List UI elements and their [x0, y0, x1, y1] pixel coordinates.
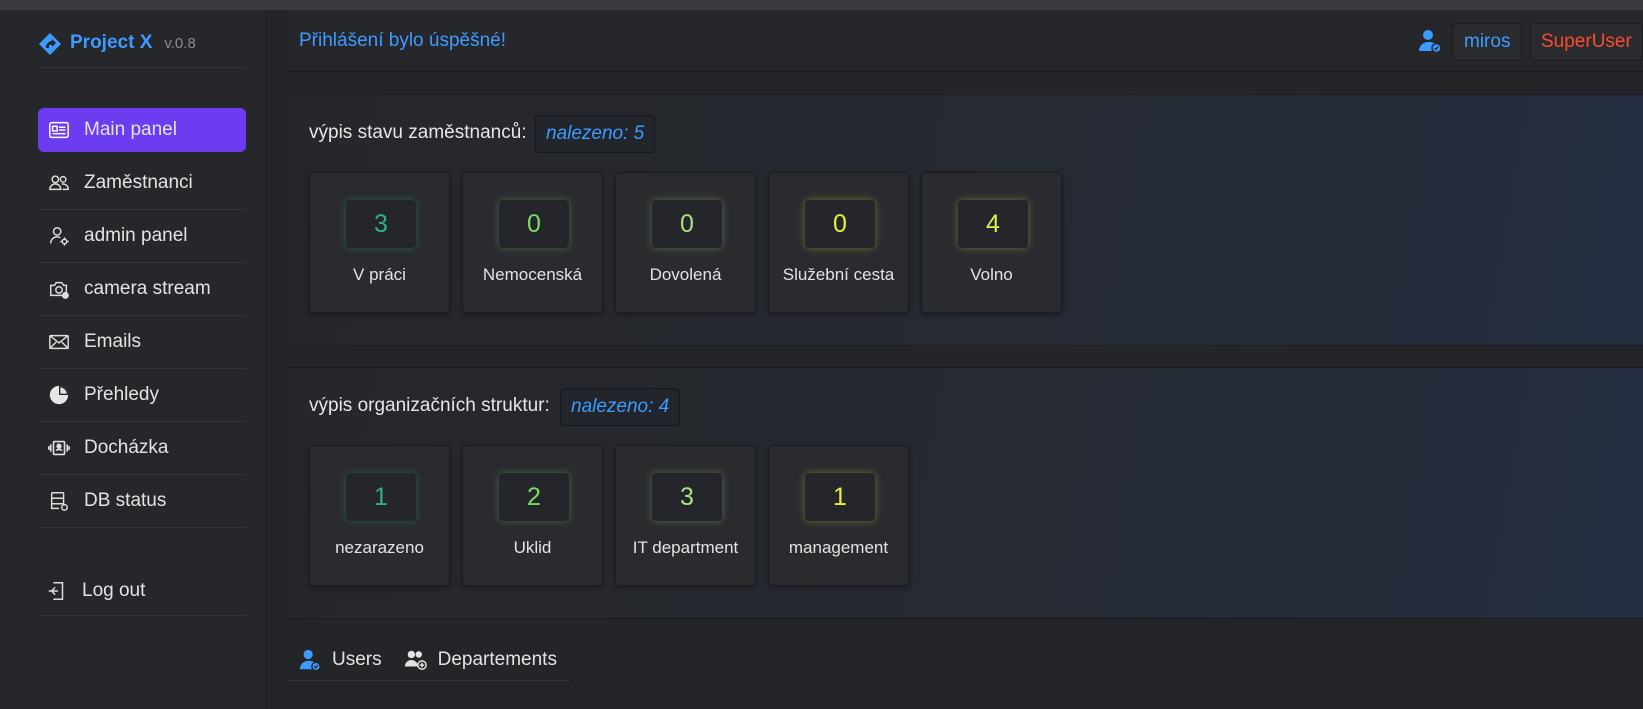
sidebar-item-label: Docházka [84, 437, 169, 458]
status-count: 4 [958, 200, 1028, 248]
status-card[interactable]: 4 Volno [921, 172, 1062, 313]
department-count: 1 [805, 473, 875, 521]
sidebar-item-label: camera stream [84, 278, 211, 299]
brand[interactable]: Project X v.0.8 [38, 20, 246, 68]
user-button[interactable]: miros [1452, 23, 1523, 61]
sidebar-item-main-panel[interactable]: Main panel [38, 108, 246, 152]
department-count: 1 [346, 473, 416, 521]
department-label: Uklid [513, 538, 552, 557]
department-card[interactable]: 1 management [768, 445, 909, 586]
found-count-badge: nalezeno: 4 [560, 388, 681, 426]
status-card[interactable]: 3 V práci [309, 172, 450, 313]
status-label: V práci [353, 265, 406, 284]
department-label: management [788, 538, 889, 557]
department-cards: 1 nezarazeno 2 Uklid 3 IT department 1 m… [309, 445, 909, 586]
user-check-icon [1419, 30, 1442, 54]
sidebar-item-label: DB status [84, 490, 167, 511]
status-label: Služební cesta [782, 265, 895, 284]
status-count: 0 [652, 200, 722, 248]
attendance-icon [48, 440, 70, 456]
department-label: nezarazeno [335, 538, 424, 557]
sidebar-item-camera-stream[interactable]: camera stream [38, 263, 246, 316]
top-header: Přihlášení bylo úspěšné! miros SuperUser [288, 10, 1643, 72]
department-card[interactable]: 1 nezarazeno [309, 445, 450, 586]
status-count: 0 [499, 200, 569, 248]
department-count: 2 [499, 473, 569, 521]
role-button[interactable]: SuperUser [1530, 23, 1643, 61]
pie-chart-icon [49, 385, 69, 405]
sidebar-item-db-status[interactable]: DB status [38, 475, 246, 528]
id-card-icon [49, 121, 69, 139]
sidebar-nav: Main panel Zaměstnanci admin panel camer… [38, 108, 246, 528]
department-count: 3 [652, 473, 722, 521]
tab-label: Users [332, 648, 382, 670]
panel-title: výpis stavu zaměstnanců: [309, 122, 527, 143]
status-label: Dovolená [649, 265, 722, 284]
users-plus-icon [404, 650, 427, 670]
envelope-icon [49, 334, 69, 350]
sidebar-item-label: Přehledy [84, 384, 159, 405]
window-top-bar [0, 0, 1643, 10]
bottom-tabs: Users Departements [288, 639, 569, 681]
sidebar-item-label: admin panel [84, 225, 188, 246]
status-card[interactable]: 0 Nemocenská [462, 172, 603, 313]
status-card[interactable]: 0 Služební cesta [768, 172, 909, 313]
sidebar-item-admin-panel[interactable]: admin panel [38, 210, 246, 263]
panel-title: výpis organizačních struktur: [309, 395, 550, 416]
department-panel: výpis organizačních struktur: nalezeno: … [288, 367, 1643, 619]
logout-icon [48, 582, 64, 600]
sidebar: Project X v.0.8 Main panel Zaměstnanci a… [0, 10, 266, 709]
camera-icon [50, 281, 69, 299]
sidebar-item-label: Main panel [84, 119, 177, 140]
status-count: 0 [805, 200, 875, 248]
department-card[interactable]: 2 Uklid [462, 445, 603, 586]
tab-label: Departements [437, 648, 557, 670]
sidebar-item-prehledy[interactable]: Přehledy [38, 369, 246, 422]
user-gear-icon [50, 227, 69, 246]
user-check-icon [299, 649, 321, 671]
sidebar-item-dochazka[interactable]: Docházka [38, 422, 246, 475]
department-card[interactable]: 3 IT department [615, 445, 756, 586]
sidebar-item-emails[interactable]: Emails [38, 316, 246, 369]
status-label: Volno [970, 265, 1013, 284]
found-count-badge: nalezeno: 5 [535, 115, 656, 153]
tab-users[interactable]: Users [288, 639, 394, 681]
tab-departements[interactable]: Departements [393, 639, 569, 681]
login-success-message: Přihlášení bylo úspěšné! [299, 30, 507, 51]
app-version: v.0.8 [164, 35, 196, 52]
status-card[interactable]: 0 Dovolená [615, 172, 756, 313]
department-label: IT department [632, 538, 739, 557]
status-label: Nemocenská [482, 265, 583, 284]
sidebar-item-zamestnanci[interactable]: Zaměstnanci [38, 157, 246, 210]
status-count: 3 [346, 200, 416, 248]
logout-label: Log out [82, 580, 146, 601]
status-cards: 3 V práci 0 Nemocenská 0 Dovolená 0 Služ… [309, 172, 1062, 313]
database-icon [50, 492, 68, 511]
sidebar-item-label: Emails [84, 331, 142, 352]
logout-button[interactable]: Log out [38, 567, 246, 616]
app-name: Project X [70, 32, 153, 53]
sidebar-item-label: Zaměstnanci [84, 172, 193, 193]
logo-icon [39, 33, 61, 55]
employee-status-panel: výpis stavu zaměstnanců: nalezeno: 5 3 V… [288, 94, 1643, 346]
users-icon [49, 175, 69, 191]
